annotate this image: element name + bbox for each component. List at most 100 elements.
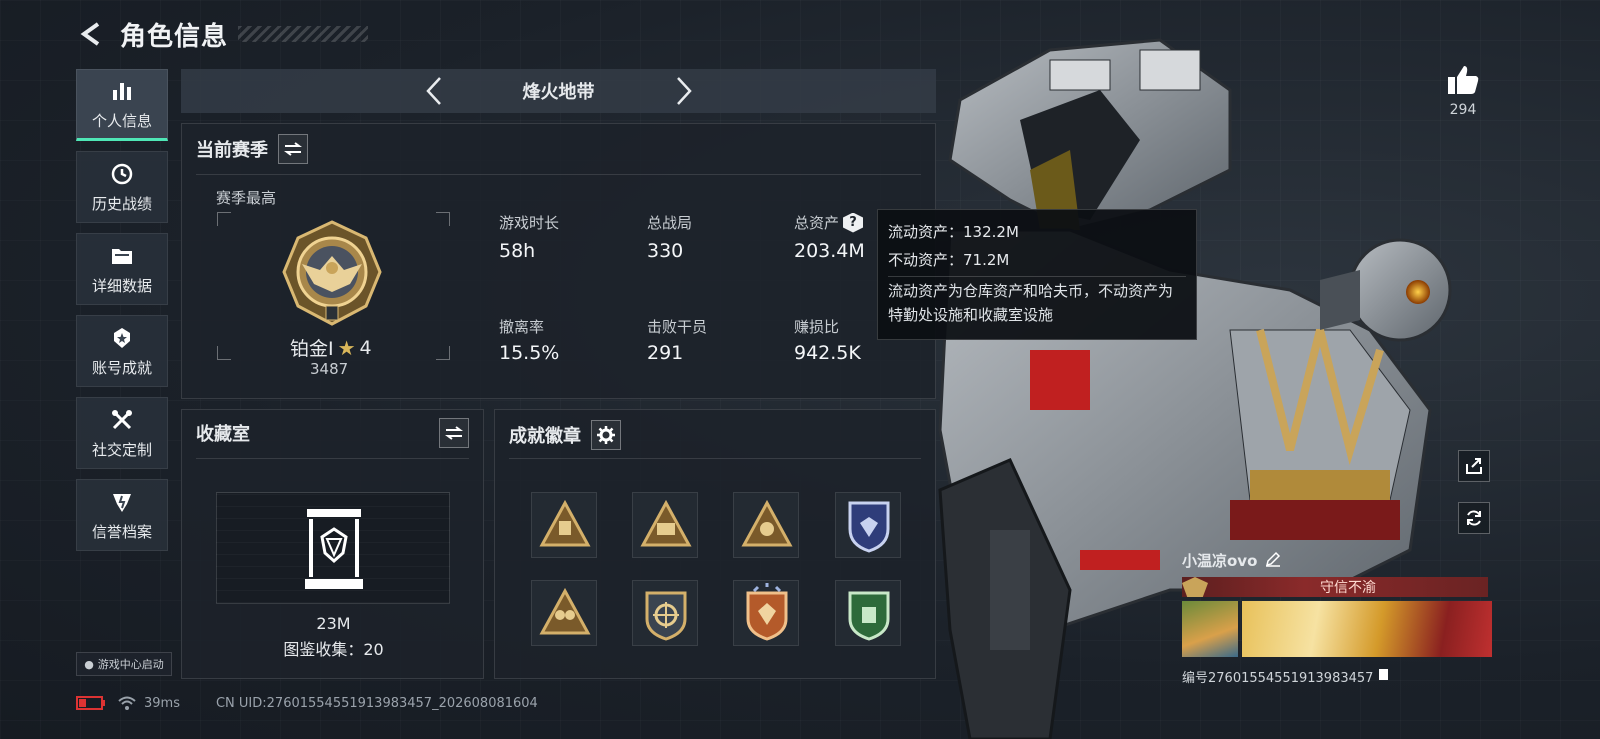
- season-panel: 当前赛季 赛季最高 铂金Ⅰ ★ 4 3487 游戏时长 58h 总战局 330 …: [181, 123, 936, 399]
- season-best-label: 赛季最高: [216, 189, 277, 207]
- copy-serial-button[interactable]: [1377, 668, 1389, 686]
- copy-icon: [1379, 668, 1389, 680]
- badge-slot[interactable]: [531, 580, 597, 646]
- crosshair-badge-icon: [645, 591, 687, 641]
- help-icon[interactable]: ?: [843, 212, 864, 233]
- page-title: 角色信息: [120, 21, 229, 52]
- swap-icon: [445, 426, 463, 440]
- sidebar-item-label: 详细数据: [91, 276, 152, 295]
- sidebar: 个人信息 历史战绩 详细数据 账号成就 社交定制 信誉档案: [76, 69, 168, 561]
- like-button[interactable]: [1440, 64, 1486, 100]
- tooltip-description: 流动资产为仓库资产和哈夫币，不动资产为特勤处设施和收藏室设施: [888, 282, 1174, 324]
- collection-value: 23M: [316, 614, 351, 633]
- player-name-row: 小温凉ovo: [1182, 550, 1492, 571]
- refresh-icon: [1467, 510, 1481, 526]
- badge-slot[interactable]: [632, 492, 698, 558]
- sidebar-item-personal-info[interactable]: 个人信息: [76, 69, 168, 141]
- thumbs-up-icon: [1448, 66, 1479, 94]
- badge-slot[interactable]: [531, 492, 597, 558]
- banner-row: [1182, 601, 1492, 657]
- chevron-left-icon: [426, 77, 441, 105]
- season-switch-button[interactable]: [278, 134, 308, 164]
- bar-chart-icon: [109, 78, 135, 104]
- back-arrow-icon: [80, 22, 100, 46]
- user-uid: CN UID:27601554551913983457_202608081604: [215, 695, 538, 711]
- rank-score: 3487: [310, 360, 349, 378]
- mode-next-button[interactable]: [669, 75, 699, 107]
- collection-panel: 收藏室 23M 图鉴收集：20: [181, 409, 484, 679]
- stat-label: 总战局: [647, 214, 693, 232]
- sidebar-item-match-history[interactable]: 历史战绩: [76, 151, 168, 223]
- stat-label: 总资产: [794, 214, 840, 232]
- credit-icon: [109, 489, 135, 515]
- status-footer: 39ms CN UID:27601554551913983457_2026080…: [76, 692, 538, 714]
- achievement-icon: [109, 325, 135, 351]
- stat-value: 291: [647, 342, 684, 364]
- pencil-icon: [1266, 551, 1281, 567]
- share-button[interactable]: [1458, 450, 1490, 482]
- sidebar-item-label: 账号成就: [91, 358, 152, 377]
- name-card-banner[interactable]: [1242, 601, 1492, 657]
- stat-value: 330: [647, 240, 684, 262]
- triangle-badge-icon: [741, 499, 793, 547]
- sidebar-item-detailed-data[interactable]: 详细数据: [76, 233, 168, 305]
- frame-corner: [217, 346, 231, 360]
- avatar-card[interactable]: [1182, 601, 1238, 657]
- sidebar-item-achievements[interactable]: 账号成就: [76, 315, 168, 387]
- collection-panel-header: 收藏室: [196, 420, 250, 446]
- green-shield-badge-icon: [848, 591, 890, 641]
- like-count: 294: [1449, 102, 1477, 118]
- rank-name: 铂金Ⅰ: [290, 338, 334, 360]
- honor-bar: 守信不渝: [1182, 577, 1488, 597]
- stat-value: 203.4M: [794, 240, 865, 262]
- badge-slot[interactable]: [835, 580, 901, 646]
- player-serial: 编号27601554551913983457: [1182, 671, 1374, 686]
- badge-slot[interactable]: [835, 492, 901, 558]
- edit-name-button[interactable]: [1265, 551, 1281, 571]
- sidebar-item-label: 个人信息: [91, 111, 152, 130]
- assets-tooltip: 流动资产：132.2M 不动资产：71.2M 流动资产为仓库资产和哈夫币，不动资…: [877, 209, 1197, 340]
- mode-prev-button[interactable]: [419, 75, 449, 107]
- chevron-right-icon: [677, 77, 692, 105]
- badges-settings-button[interactable]: [591, 420, 621, 450]
- like-area: 294: [1440, 64, 1486, 118]
- badge-slot[interactable]: [632, 580, 698, 646]
- gear-icon: [597, 426, 615, 444]
- serial-row: 编号27601554551913983457: [1182, 667, 1492, 686]
- collection-count: 图鉴收集：20: [283, 640, 384, 659]
- triangle-badge-icon: [539, 499, 591, 547]
- player-name: 小温凉ovo: [1182, 552, 1258, 570]
- sidebar-item-label: 历史战绩: [91, 194, 152, 213]
- frame-corner: [436, 212, 450, 226]
- stat-value: 15.5%: [499, 342, 560, 364]
- page-header: 角色信息: [76, 14, 369, 54]
- ping-value: 39ms: [144, 695, 180, 711]
- swap-icon: [284, 142, 302, 156]
- mode-title: 烽火地带: [522, 82, 595, 103]
- sidebar-item-credit-record[interactable]: 信誉档案: [76, 479, 168, 551]
- wifi-icon: [118, 696, 136, 710]
- frame-corner: [436, 346, 450, 360]
- badges-title: 成就徽章: [509, 426, 581, 447]
- game-center-launch-badge: ● 游戏中心启动: [76, 652, 172, 676]
- triangle-badge-icon: [640, 499, 692, 547]
- back-button[interactable]: [76, 19, 106, 49]
- badge-slot[interactable]: [733, 580, 799, 646]
- season-title: 当前赛季: [196, 140, 268, 161]
- share-icon: [1466, 458, 1482, 474]
- collection-switch-button[interactable]: [439, 418, 469, 448]
- tooltip-fixed-assets: 不动资产：71.2M: [888, 251, 1010, 269]
- frame-corner: [217, 212, 231, 226]
- collection-preview[interactable]: [216, 492, 450, 604]
- badges-panel-header: 成就徽章: [509, 420, 621, 450]
- refresh-button[interactable]: [1458, 502, 1490, 534]
- display-case-icon: [305, 509, 363, 589]
- triangle-badge-icon: [539, 587, 591, 635]
- mode-selector: 烽火地带: [181, 69, 936, 113]
- sidebar-item-social-custom[interactable]: 社交定制: [76, 397, 168, 469]
- game-center-icon: ●: [84, 657, 94, 671]
- stat-value: 942.5K: [794, 342, 861, 364]
- stat-value: 58h: [499, 240, 536, 262]
- badge-slot[interactable]: [733, 492, 799, 558]
- sidebar-item-label: 信誉档案: [91, 522, 152, 541]
